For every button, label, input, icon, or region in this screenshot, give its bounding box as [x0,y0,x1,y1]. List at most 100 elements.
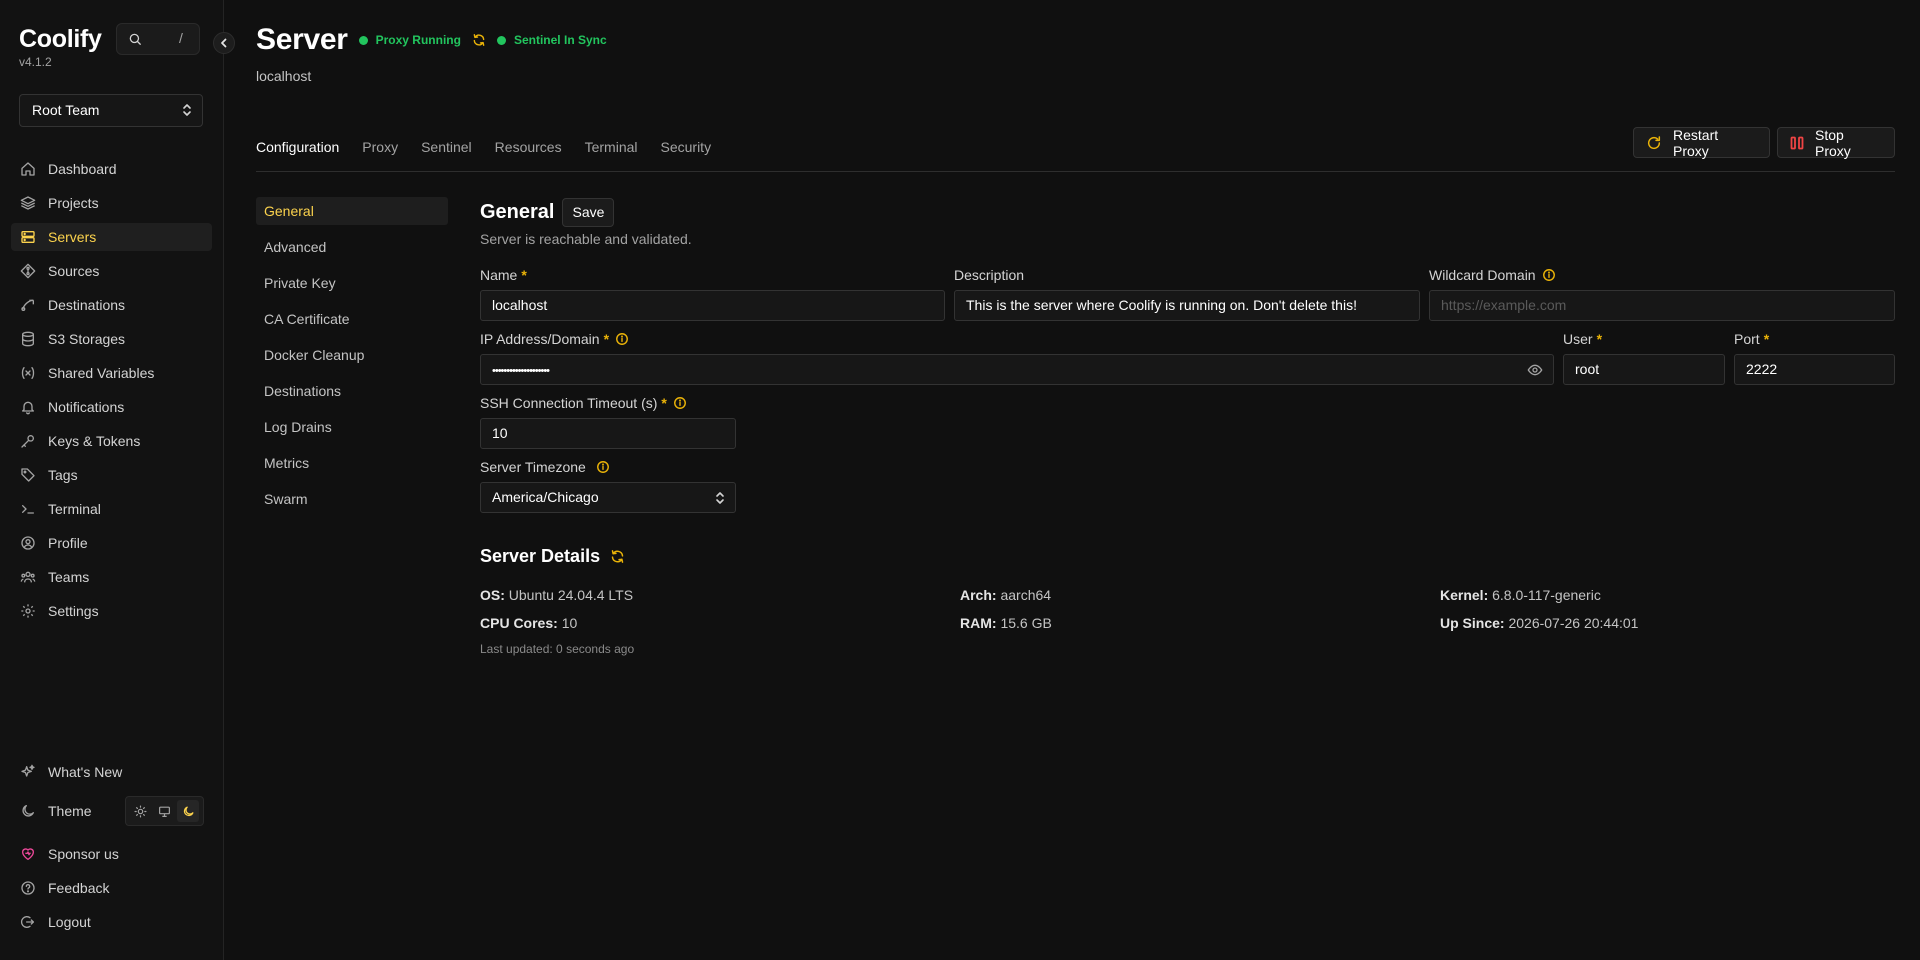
theme-switcher [125,796,204,826]
refresh-details-icon[interactable] [610,549,625,564]
sidebar-item-dashboard[interactable]: Dashboard [11,155,212,183]
gear-icon [20,603,36,619]
subnav-advanced[interactable]: Advanced [256,233,448,261]
sidebar-item-settings[interactable]: Settings [11,597,212,625]
subnav-destinations[interactable]: Destinations [256,377,448,405]
description-input[interactable]: This is the server where Coolify is runn… [954,290,1420,321]
restart-icon [1646,135,1662,151]
collapse-sidebar-button[interactable] [213,32,235,54]
refresh-proxy-icon[interactable] [472,33,486,47]
subnav-general[interactable]: General [256,197,448,225]
users-icon [20,569,36,585]
sidebar-item-label: Keys & Tokens [48,433,141,449]
ip-field-group: IP Address/Domain * •••••••••••••••••••• [480,330,1554,385]
sidebar-item-tags[interactable]: Tags [11,461,212,489]
sidebar-item-keys-tokens[interactable]: Keys & Tokens [11,427,212,455]
ip-address-input[interactable]: •••••••••••••••••••• [480,354,1554,385]
sidebar-item-terminal[interactable]: Terminal [11,495,212,523]
subnav-swarm[interactable]: Swarm [256,485,448,513]
logout-icon [20,914,36,930]
user-input[interactable]: root [1563,354,1725,385]
info-icon[interactable] [1542,268,1556,282]
sidebar-item-destinations[interactable]: Destinations [11,291,212,319]
eye-icon[interactable] [1526,362,1544,378]
page-title: Server [256,23,348,56]
sidebar-item-label: Shared Variables [48,365,155,381]
feedback-link[interactable]: Feedback [11,874,212,902]
port-label: Port * [1734,331,1770,347]
stop-proxy-label: Stop Proxy [1815,126,1851,159]
stop-icon [1790,136,1804,150]
info-icon[interactable] [596,460,610,474]
info-icon[interactable] [615,332,629,346]
feedback-label: Feedback [48,880,110,896]
logout-button[interactable]: Logout [11,908,212,936]
layers-icon [20,195,36,211]
tab-configuration[interactable]: Configuration [256,137,339,157]
sparkles-icon [20,764,36,780]
sidebar-item-label: Servers [48,229,97,245]
wildcard-domain-input[interactable]: https://example.com [1429,290,1895,321]
search-button[interactable]: / [116,23,200,55]
theme-light-button[interactable] [130,800,152,822]
detail-os: OS: Ubuntu 24.04.4 LTS [480,587,634,603]
sidebar-item-s3-storages[interactable]: S3 Storages [11,325,212,353]
home-icon [20,161,36,177]
detail-ram: RAM: 15.6 GB [960,615,1052,631]
required-mark: * [661,395,667,411]
page-subtitle: localhost [256,68,312,84]
chevron-up-down-icon [714,491,726,505]
tab-sentinel[interactable]: Sentinel [421,137,472,157]
subnav-docker-cleanup[interactable]: Docker Cleanup [256,341,448,369]
port-field-group: Port * 2222 [1734,330,1895,385]
required-mark: * [603,331,610,347]
subnav-ca-certificate[interactable]: CA Certificate [256,305,448,333]
database-icon [20,331,36,347]
sidebar-item-label: Profile [48,535,88,551]
search-shortcut: / [179,30,183,46]
sidebar-item-profile[interactable]: Profile [11,529,212,557]
destination-icon [20,297,36,313]
detail-cpu: CPU Cores: 10 [480,615,578,631]
port-input[interactable]: 2222 [1734,354,1895,385]
sidebar-item-shared-variables[interactable]: Shared Variables [11,359,212,387]
page-header: Server Proxy Running Sentinel In Sync [256,20,607,60]
timeout-field-group: SSH Connection Timeout (s) * 10 [480,394,736,449]
theme-system-button[interactable] [153,800,175,822]
sidebar-item-projects[interactable]: Projects [11,189,212,217]
logout-label: Logout [48,914,91,930]
bottom-nav: Sponsor us Feedback Logout [11,840,212,942]
sidebar-item-label: Dashboard [48,161,117,177]
whats-new-link[interactable]: What's New [11,758,212,786]
subnav-log-drains[interactable]: Log Drains [256,413,448,441]
general-header: General Save [480,197,1895,227]
config-sub-nav: General Advanced Private Key CA Certific… [256,197,448,521]
server-details-header: Server Details [480,546,625,567]
subnav-private-key[interactable]: Private Key [256,269,448,297]
name-input[interactable]: localhost [480,290,945,321]
section-title: General [480,200,555,223]
sponsor-link[interactable]: Sponsor us [11,840,212,868]
team-select[interactable]: Root Team [19,94,203,127]
sidebar-item-servers[interactable]: Servers [11,223,212,251]
app-logo[interactable]: Coolify [19,24,102,54]
theme-dark-button[interactable] [177,800,200,822]
tab-terminal[interactable]: Terminal [585,137,638,157]
tab-proxy[interactable]: Proxy [362,137,398,157]
sidebar-item-notifications[interactable]: Notifications [11,393,212,421]
info-icon[interactable] [673,396,687,410]
sidebar-item-teams[interactable]: Teams [11,563,212,591]
restart-proxy-button[interactable]: Restart Proxy [1633,127,1770,159]
ssh-timeout-input[interactable]: 10 [480,418,736,449]
timezone-select[interactable]: America/Chicago [480,482,736,513]
subnav-metrics[interactable]: Metrics [256,449,448,477]
sidebar-item-label: Destinations [48,297,126,313]
section-description: Server is reachable and validated. [480,231,692,247]
tab-security[interactable]: Security [661,137,712,157]
stop-proxy-button[interactable]: Stop Proxy [1777,126,1895,159]
save-button[interactable]: Save [562,197,615,227]
tab-resources[interactable]: Resources [495,137,562,157]
theme-row: Theme [11,796,212,826]
name-label: Name * [480,267,527,283]
sidebar-item-sources[interactable]: Sources [11,257,212,285]
